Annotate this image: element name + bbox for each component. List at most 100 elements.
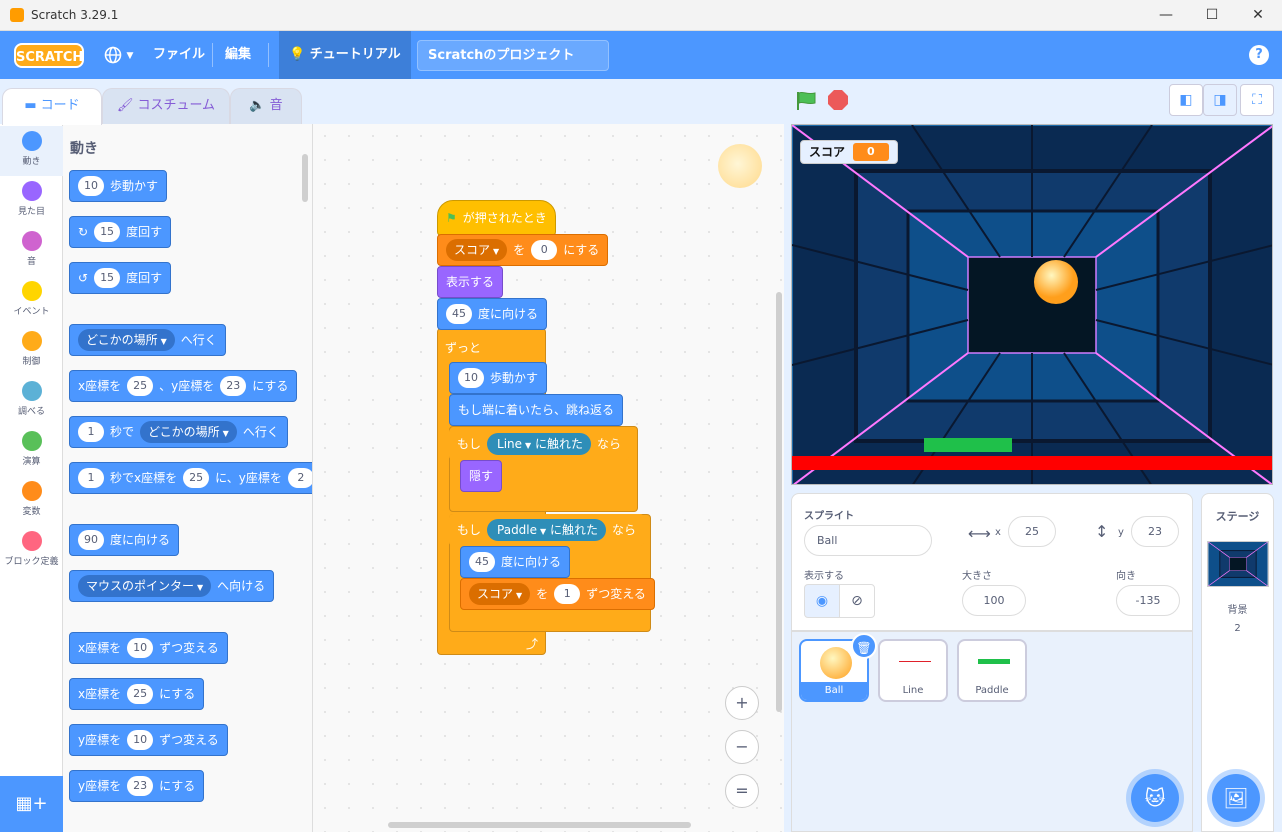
block-turn-left[interactable]: ↺ 15 度回す (69, 262, 172, 294)
edit-menu[interactable]: 編集 (225, 31, 251, 79)
x-input[interactable]: 25 (127, 684, 154, 704)
category-control[interactable]: 制御 (0, 326, 63, 376)
block-point-direction[interactable]: 90 度に向ける (69, 524, 180, 556)
category-sound[interactable]: 音 (0, 226, 63, 276)
choose-sprite-button[interactable]: 🐱 (1131, 774, 1179, 822)
sprite-name-input[interactable]: Ball (804, 525, 932, 556)
seconds-input[interactable]: 1 (78, 422, 104, 442)
x-delta-input[interactable]: 10 (127, 638, 154, 658)
steps-input[interactable]: 10 (458, 368, 484, 388)
tab-code-label: コード (40, 98, 80, 113)
cat-add-icon: 🐱 (1144, 786, 1166, 810)
block-change-x[interactable]: x座標を 10 ずつ変える (69, 632, 228, 664)
point-target-dropdown[interactable]: マウスのポインター ▼ (78, 575, 212, 597)
choose-backdrop-button[interactable]: 🖼 (1212, 774, 1260, 822)
move-steps-block[interactable]: 10 歩動かす (449, 362, 548, 394)
category-label: 調べる (17, 407, 45, 417)
stop-icon[interactable] (828, 90, 848, 110)
hide-block[interactable]: 隠す (460, 460, 503, 492)
zoom-in-button[interactable]: + (725, 686, 759, 720)
category-sensing[interactable]: 調べる (0, 376, 63, 426)
block-set-x[interactable]: x座標を 25 にする (69, 678, 205, 710)
degrees-input[interactable]: 15 (94, 222, 121, 242)
block-glide-to[interactable]: 1 秒で どこかの場所 ▼ へ行く (69, 416, 288, 448)
score-monitor[interactable]: スコア 0 (800, 140, 898, 164)
change-variable-block[interactable]: スコア ▼ を 1 ずつ変える (460, 578, 655, 610)
touching-object-dropdown[interactable]: Line ▼ に触れた (487, 433, 592, 455)
language-menu[interactable]: ▼ (104, 31, 133, 79)
value-input[interactable]: 1 (554, 584, 581, 604)
show-block[interactable]: 表示する (437, 266, 504, 298)
y-input[interactable]: 2 (287, 468, 312, 488)
goto-target-dropdown[interactable]: どこかの場所 ▼ (78, 329, 175, 351)
touching-object-dropdown[interactable]: Paddle ▼ に触れた (487, 519, 607, 541)
glide-target-dropdown[interactable]: どこかの場所 ▼ (140, 421, 237, 443)
point-direction-block[interactable]: 45 度に向ける (437, 298, 548, 330)
y-position-input[interactable]: 23 (1131, 516, 1179, 547)
block-point-towards[interactable]: マウスのポインター ▼ へ向ける (69, 570, 275, 602)
tab-sounds[interactable]: 🔈 音 (230, 88, 302, 124)
variable-dropdown[interactable]: スコア ▼ (469, 583, 531, 605)
direction-input[interactable]: -135 (1116, 585, 1180, 616)
script-area[interactable]: ずっと ⤴ ⚑ が押されたとき スコア ▼ を 0 にする 表示する 45 度に向ける 10… (313, 124, 784, 832)
block-turn-right[interactable]: ↻ 15 度回す (69, 216, 172, 248)
when-flag-clicked-block[interactable]: ⚑ が押されたとき (437, 200, 556, 236)
file-menu[interactable]: ファイル (153, 31, 205, 79)
category-looks[interactable]: 見た目 (0, 176, 63, 226)
show-sprite-button[interactable]: ◉ (804, 584, 840, 618)
maximize-button[interactable]: ☐ (1197, 5, 1227, 25)
minimize-button[interactable]: — (1151, 5, 1181, 25)
direction-input[interactable]: 45 (469, 552, 495, 572)
set-variable-block[interactable]: スコア ▼ を 0 にする (437, 234, 609, 266)
help-icon[interactable]: ? (1249, 45, 1269, 65)
sprite-tile-paddle[interactable]: Paddle (957, 639, 1027, 702)
close-button[interactable]: ✕ (1243, 5, 1273, 25)
project-title-input[interactable]: Scratchのプロジェクト (417, 40, 609, 71)
point-direction-block-2[interactable]: 45 度に向ける (460, 546, 571, 578)
delete-sprite-button[interactable]: 🗑 (851, 633, 877, 659)
block-goto-xy[interactable]: x座標を 25 、y座標を 23 にする (69, 370, 298, 402)
scratch-logo[interactable]: SCRATCH (14, 43, 84, 68)
category-events[interactable]: イベント (0, 276, 63, 326)
x-input[interactable]: 25 (183, 468, 210, 488)
category-my-blocks[interactable]: ブロック定義 (0, 526, 63, 582)
add-extension-button[interactable]: ▦+ (0, 776, 63, 832)
degrees-input[interactable]: 15 (94, 268, 121, 288)
bounce-on-edge-block[interactable]: もし端に着いたら、跳ね返る (449, 394, 624, 426)
x-position-input[interactable]: 25 (1008, 516, 1056, 547)
stage-canvas[interactable]: スコア 0 (791, 124, 1273, 485)
direction-input[interactable]: 45 (446, 304, 472, 324)
block-set-y[interactable]: y座標を 23 にする (69, 770, 205, 802)
green-flag-icon[interactable] (795, 90, 819, 112)
zoom-out-button[interactable]: − (725, 730, 759, 764)
sprite-tile-line[interactable]: Line (878, 639, 948, 702)
category-variables[interactable]: 変数 (0, 476, 63, 526)
zoom-reset-button[interactable]: = (725, 774, 759, 808)
size-input[interactable]: 100 (962, 585, 1026, 616)
fullscreen-button[interactable]: ⛶ (1240, 84, 1274, 116)
tutorials-button[interactable]: 💡 チュートリアル (279, 31, 411, 79)
tab-costumes[interactable]: 🖌 コスチューム (102, 88, 230, 124)
script-vertical-scrollbar[interactable] (776, 292, 782, 712)
normal-stage-button[interactable]: ◨ (1203, 84, 1237, 116)
category-motion[interactable]: 動き (0, 126, 63, 176)
tab-code[interactable]: ▬ コード (2, 88, 102, 125)
value-input[interactable]: 0 (531, 240, 558, 260)
script-horizontal-scrollbar[interactable] (388, 822, 691, 828)
block-goto[interactable]: どこかの場所 ▼ へ行く (69, 324, 226, 356)
block-change-y[interactable]: y座標を 10 ずつ変える (69, 724, 228, 756)
seconds-input[interactable]: 1 (78, 468, 104, 488)
variable-dropdown[interactable]: スコア ▼ (446, 239, 508, 261)
y-input[interactable]: 23 (220, 376, 247, 396)
y-delta-input[interactable]: 10 (127, 730, 154, 750)
direction-input[interactable]: 90 (78, 530, 104, 550)
steps-input[interactable]: 10 (78, 176, 104, 196)
hide-sprite-button[interactable]: ⊘ (839, 584, 875, 618)
palette-scrollbar[interactable] (302, 154, 308, 202)
block-glide-xy[interactable]: 1 秒でx座標を 25 に、y座標を 2 (69, 462, 312, 494)
y-input[interactable]: 23 (127, 776, 154, 796)
block-move-steps[interactable]: 10 歩動かす (69, 170, 168, 202)
x-input[interactable]: 25 (127, 376, 154, 396)
category-operators[interactable]: 演算 (0, 426, 63, 476)
small-stage-button[interactable]: ◧ (1169, 84, 1203, 116)
